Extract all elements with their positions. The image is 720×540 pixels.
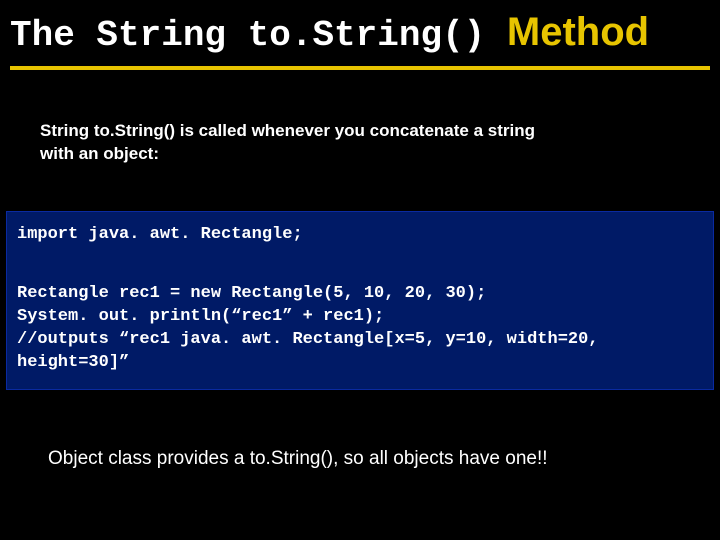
title-method-word: Method [507, 10, 649, 54]
code-line-4: //outputs “rec1 java. awt. Rectangle[x=5… [17, 330, 609, 372]
code-block: import java. awt. Rectangle; Rectangle r… [6, 211, 714, 390]
code-line-1: import java. awt. Rectangle; [17, 225, 303, 244]
code-line-3: System. out. println(“rec1” + rec1); [17, 307, 384, 326]
slide-title: The String to.String() Method [10, 15, 649, 56]
code-line-2: Rectangle rec1 = new Rectangle(5, 10, 20… [17, 284, 486, 303]
slide: The String to.String() Method String to.… [0, 0, 720, 540]
code-gap [17, 247, 703, 283]
title-code-part: The String to.String() [10, 15, 485, 56]
title-wrap: The String to.String() Method [0, 0, 720, 62]
lead-text: String to.String() is called whenever yo… [0, 70, 600, 166]
footer-text: Object class provides a to.String(), so … [0, 390, 720, 470]
